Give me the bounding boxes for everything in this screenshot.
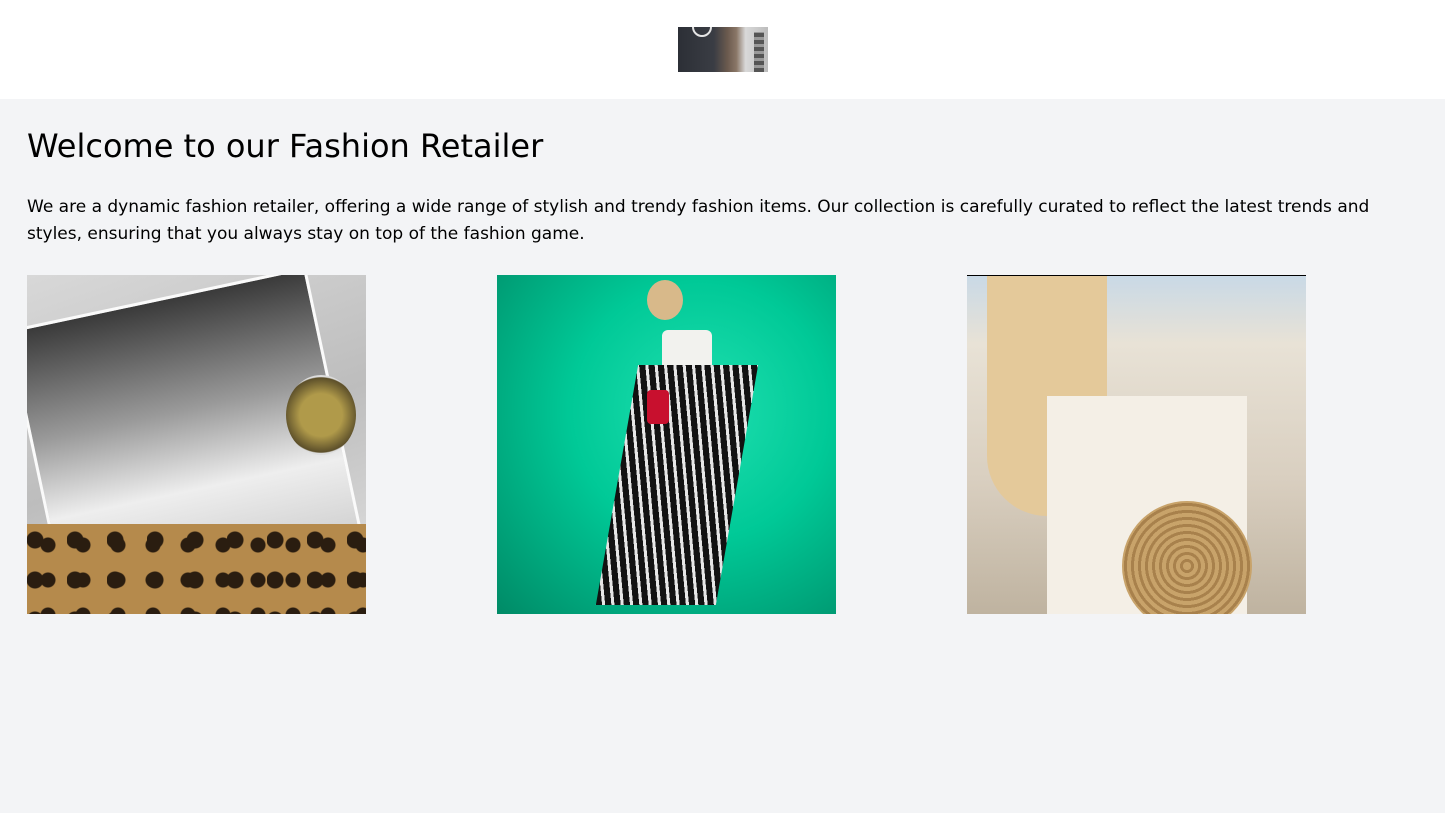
intro-paragraph: We are a dynamic fashion retailer, offer…	[27, 197, 1370, 244]
glass-icon	[286, 375, 356, 455]
main-content: Welcome to our Fashion Retailer We are a…	[0, 99, 1445, 614]
model-head-icon	[647, 280, 683, 320]
gallery-image-white-dress[interactable]	[967, 275, 1306, 614]
building-icon	[753, 32, 764, 72]
product-gallery	[27, 275, 1418, 614]
gallery-image-striped-pants[interactable]	[497, 275, 836, 614]
red-bag-icon	[647, 390, 669, 424]
gallery-image-magazine[interactable]	[27, 275, 366, 614]
striped-pants-icon	[595, 365, 759, 605]
logo-image[interactable]	[677, 27, 768, 72]
site-header	[0, 0, 1445, 99]
leopard-print-icon	[27, 524, 366, 614]
page-title: Welcome to our Fashion Retailer	[27, 127, 544, 165]
clock-icon	[691, 27, 712, 37]
white-top-icon	[662, 330, 712, 370]
